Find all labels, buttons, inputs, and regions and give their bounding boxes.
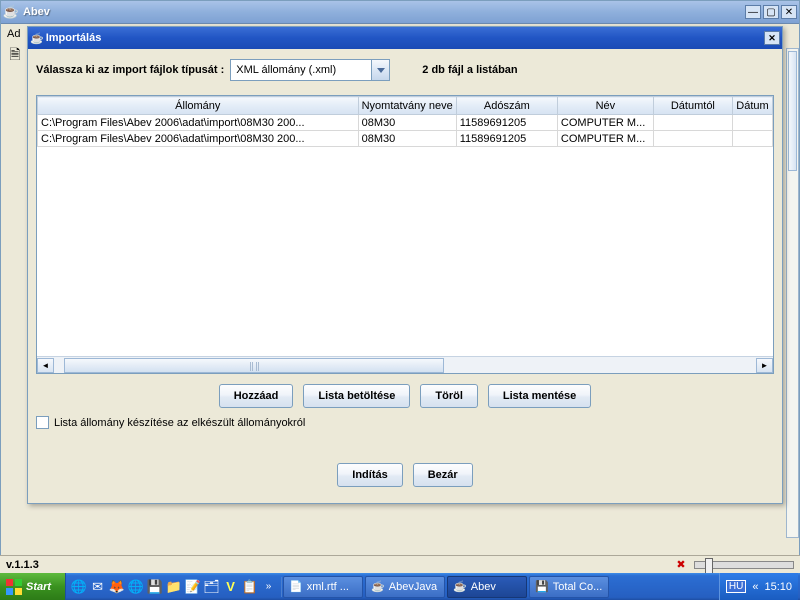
ql-expand-icon[interactable]: » [260,577,277,597]
ql-icon[interactable]: 🌐 [70,577,87,597]
right-scrollbar[interactable] [786,48,799,538]
close-button[interactable]: ✕ [781,5,797,19]
ql-icon[interactable]: 📝 [184,577,201,597]
cell: C:\Program Files\Abev 2006\adat\import\0… [38,131,359,147]
col-datum[interactable]: Dátum [732,97,772,115]
cell [653,115,732,131]
filter-label: Válassza ki az import fájlok típusát : [36,64,224,76]
col-datumtol[interactable]: Dátumtól [653,97,732,115]
maximize-button[interactable]: ▢ [763,5,779,19]
ql-icon[interactable]: 🗂 [203,577,220,597]
table-row[interactable]: C:\Program Files\Abev 2006\adat\import\0… [38,115,773,131]
add-button[interactable]: Hozzáad [219,384,294,408]
zoom-slider[interactable] [694,561,794,569]
close-button[interactable]: Bezár [413,463,473,487]
scroll-thumb[interactable] [64,358,444,373]
cell: COMPUTER M... [557,115,653,131]
save-list-button[interactable]: Lista mentése [488,384,591,408]
delete-icon[interactable]: ✖ [674,558,688,572]
taskbar: Start 🌐 ✉ 🦊 🌐 💾 📁 📝 🗂 V 📋 » 📄 xml.rtf ...… [0,573,800,600]
start-button[interactable]: Start [0,573,66,600]
taskbar-item-label: AbevJava [389,581,437,593]
clock: 15:10 [764,581,792,593]
cell: 08M30 [358,131,456,147]
file-type-combo[interactable]: XML állomány (.xml) [230,59,390,81]
taskbar-item-icon: ☕ [371,580,385,593]
ql-icon[interactable]: 📁 [165,577,182,597]
cell [653,131,732,147]
cell: 11589691205 [456,115,557,131]
file-count-label: 2 db fájl a listában [422,64,517,76]
start-button[interactable]: Indítás [337,463,402,487]
system-tray: HU « 15:10 [719,573,798,600]
version-label: v.1.1.3 [6,559,39,571]
main-titlebar: ☕ Abev — ▢ ✕ [1,1,799,24]
combo-value: XML állomány (.xml) [231,64,371,76]
horizontal-scrollbar[interactable]: ◄ ► [37,356,773,373]
main-title: Abev [23,6,745,18]
scrollbar-thumb[interactable] [788,51,797,171]
ql-icon[interactable]: 🌐 [127,577,144,597]
taskbar-item[interactable]: ☕ AbevJava [365,576,445,598]
create-list-checkbox[interactable] [36,416,49,429]
quick-launch: 🌐 ✉ 🦊 🌐 💾 📁 📝 🗂 V 📋 » [66,577,282,597]
ql-icon[interactable]: 💾 [146,577,163,597]
delete-button[interactable]: Töröl [420,384,478,408]
taskbar-item-icon: 📄 [289,580,303,593]
cell [732,115,772,131]
windows-icon [6,579,22,595]
ql-icon[interactable]: 📋 [241,577,258,597]
taskbar-item[interactable]: 📄 xml.rtf ... [283,576,363,598]
tray-lang[interactable]: HU [726,580,746,593]
toolbar-doc-icon[interactable]: 🗎 [5,46,25,66]
col-nev[interactable]: Név [557,97,653,115]
cell: C:\Program Files\Abev 2006\adat\import\0… [38,115,359,131]
cell: 11589691205 [456,131,557,147]
taskbar-item[interactable]: 💾 Total Co... [529,576,609,598]
scroll-track[interactable] [54,358,756,373]
dialog-title: Importálás [46,32,764,44]
taskbar-item-label: Total Co... [553,581,603,593]
dialog-titlebar: ☕ Importálás ✕ [28,27,782,49]
col-adoszam[interactable]: Adószám [456,97,557,115]
java-icon: ☕ [30,32,44,45]
cell: COMPUTER M... [557,131,653,147]
col-allomany[interactable]: Állomány [38,97,359,115]
taskbar-item-icon: ☕ [453,580,467,593]
taskbar-item-icon: 💾 [535,580,549,593]
chevron-down-icon[interactable] [371,60,389,80]
cell: 08M30 [358,115,456,131]
taskbar-item-label: Abev [471,581,496,593]
zoom-thumb[interactable] [705,558,713,574]
minimize-button[interactable]: — [745,5,761,19]
tray-expand[interactable]: « [752,581,758,593]
scroll-right-button[interactable]: ► [756,358,773,373]
file-table: Állomány Nyomtatvány neve Adószám Név Dá… [36,95,774,374]
ql-icon[interactable]: ✉ [89,577,106,597]
table-row[interactable]: C:\Program Files\Abev 2006\adat\import\0… [38,131,773,147]
java-icon: ☕ [3,4,19,20]
load-list-button[interactable]: Lista betöltése [303,384,410,408]
ql-icon[interactable]: V [222,577,239,597]
taskbar-item-label: xml.rtf ... [307,581,349,593]
start-label: Start [26,581,51,593]
cell [732,131,772,147]
dialog-close-button[interactable]: ✕ [764,31,780,45]
import-dialog: ☕ Importálás ✕ Válassza ki az import fáj… [27,26,783,504]
statusbar: v.1.1.3 ✖ [0,555,800,573]
checkbox-label: Lista állomány készítése az elkészült ál… [54,417,305,429]
menu-item[interactable]: Ad [7,28,20,40]
taskbar-item[interactable]: ☕ Abev [447,576,527,598]
ql-icon[interactable]: 🦊 [108,577,125,597]
scroll-left-button[interactable]: ◄ [37,358,54,373]
col-nyomtatvany[interactable]: Nyomtatvány neve [358,97,456,115]
